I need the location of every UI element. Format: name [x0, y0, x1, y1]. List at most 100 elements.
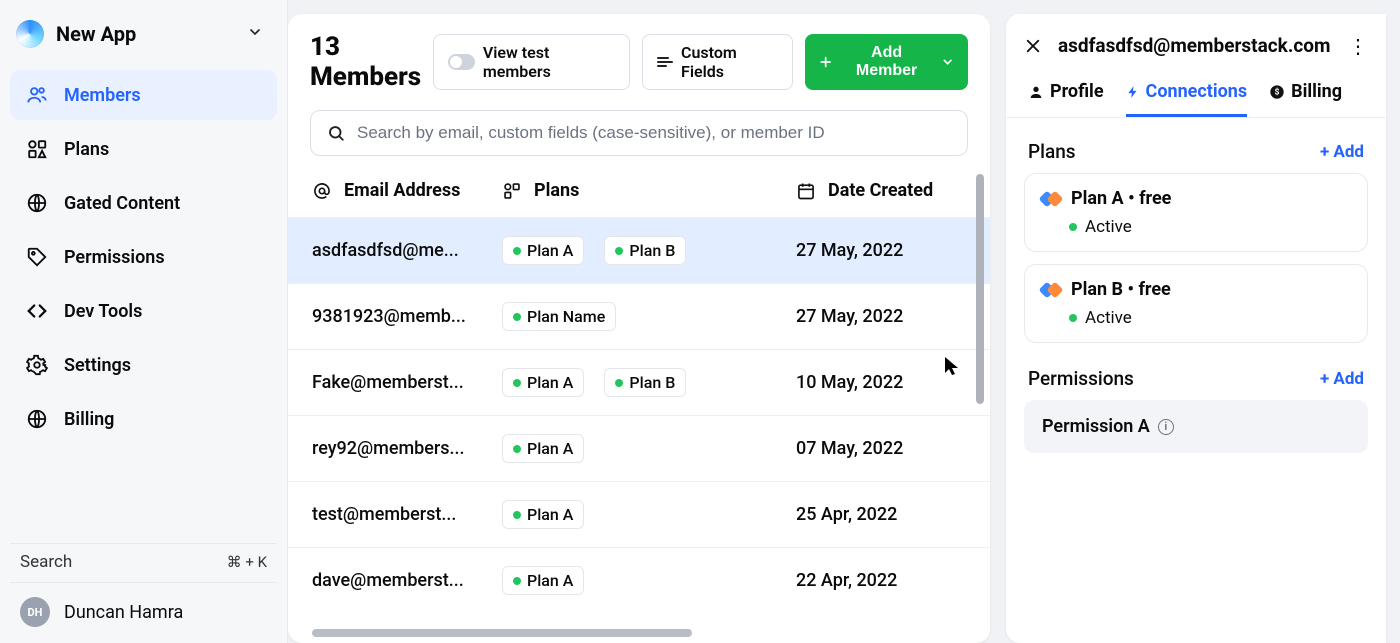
- permissions-section-title: Permissions: [1028, 367, 1134, 390]
- horizontal-scrollbar[interactable]: [312, 629, 966, 639]
- tab-profile-label: Profile: [1050, 81, 1104, 102]
- memberstack-logo-icon: [1041, 189, 1061, 209]
- status-dot-icon: [513, 577, 521, 585]
- sidebar-item-label: Plans: [64, 139, 109, 160]
- row-plans: Plan Name: [502, 302, 796, 331]
- row-plans: Plan A: [502, 500, 796, 529]
- sidebar-item-label: Gated Content: [64, 193, 180, 214]
- people-icon: [26, 84, 48, 106]
- sidebar-item-label: Dev Tools: [64, 301, 142, 322]
- view-test-members-toggle[interactable]: View test members: [433, 34, 630, 90]
- plan-card[interactable]: Plan B • freeActive: [1024, 264, 1368, 343]
- search-input[interactable]: [357, 123, 951, 143]
- member-detail-panel: asdfasdfsd@memberstack.com ⋮ Profile Con…: [1006, 14, 1386, 643]
- panel-tabs: Profile Connections $ Billing: [1006, 65, 1386, 118]
- plan-chip: Plan A: [502, 236, 584, 265]
- plan-chip-label: Plan B: [629, 241, 675, 260]
- row-date: 27 May, 2022: [796, 306, 966, 327]
- tab-connections-label: Connections: [1146, 81, 1248, 102]
- plan-chip-label: Plan A: [527, 241, 573, 260]
- sidebar-user[interactable]: DH Duncan Hamra: [10, 583, 277, 633]
- status-dot-icon: [1069, 314, 1077, 322]
- plan-card[interactable]: Plan A • free Active: [1024, 173, 1368, 252]
- plan-card-name: Plan A • free: [1071, 188, 1171, 209]
- row-date: 27 May, 2022: [796, 240, 966, 261]
- sidebar-item-label: Members: [64, 85, 141, 106]
- app-switcher[interactable]: New App: [10, 14, 277, 62]
- close-icon[interactable]: [1024, 37, 1042, 55]
- svg-text:$: $: [1275, 86, 1280, 97]
- plan-chip-label: Plan A: [527, 373, 573, 392]
- col-plans-label: Plans: [534, 180, 579, 201]
- memberstack-logo-icon: [1041, 280, 1061, 300]
- row-email: 9381923@memb...: [312, 306, 502, 327]
- member-email-title: asdfasdfsd@memberstack.com: [1058, 34, 1332, 57]
- add-plan-button[interactable]: + Add: [1320, 142, 1364, 162]
- code-icon: [26, 300, 48, 322]
- sidebar-nav: Members Plans Gated Content Permissions …: [10, 70, 277, 444]
- plan-chip-label: Plan B: [629, 373, 675, 392]
- tab-billing-label: Billing: [1291, 81, 1342, 102]
- sidebar-item-members[interactable]: Members: [10, 70, 277, 120]
- sidebar-item-permissions[interactable]: Permissions: [10, 232, 277, 282]
- sidebar-item-dev-tools[interactable]: Dev Tools: [10, 286, 277, 336]
- tag-icon: [26, 246, 48, 268]
- sidebar-item-settings[interactable]: Settings: [10, 340, 277, 390]
- row-plans: Plan A Plan B: [502, 368, 796, 397]
- table-row[interactable]: rey92@members...Plan A07 May, 2022: [288, 415, 990, 481]
- calendar-icon: [796, 181, 816, 201]
- table-row[interactable]: Fake@memberst...Plan APlan B10 May, 2022: [288, 349, 990, 415]
- status-dot-icon: [513, 445, 521, 453]
- plus-icon: [819, 55, 832, 69]
- table-row[interactable]: 9381923@memb... Plan Name 27 May, 2022: [288, 283, 990, 349]
- members-panel: 13 Members View test members Custom Fiel…: [288, 14, 990, 643]
- sidebar-item-billing[interactable]: Billing: [10, 394, 277, 444]
- row-date: 10 May, 2022: [796, 372, 966, 393]
- bolt-icon: [1126, 84, 1140, 100]
- table-body: asdfasdfsd@me... Plan A Plan B 27 May, 2022…: [288, 217, 990, 629]
- status-dot-icon: [513, 247, 521, 255]
- member-search[interactable]: [310, 110, 968, 156]
- app-logo: [16, 20, 44, 48]
- plan-chip-label: Plan A: [527, 505, 573, 524]
- row-plans: Plan A: [502, 434, 796, 463]
- app-name: New App: [56, 22, 136, 46]
- plan-chip-label: Plan A: [527, 439, 573, 458]
- sidebar-item-label: Billing: [64, 409, 114, 430]
- tab-billing[interactable]: $ Billing: [1269, 81, 1342, 117]
- tab-connections[interactable]: Connections: [1126, 81, 1248, 117]
- add-permission-button[interactable]: + Add: [1320, 369, 1364, 389]
- vertical-scrollbar[interactable]: [976, 174, 984, 404]
- plan-chip-label: Plan Name: [527, 307, 605, 326]
- row-date: 25 Apr, 2022: [796, 504, 966, 525]
- sidebar-search[interactable]: Search ⌘ + K: [10, 543, 277, 583]
- custom-fields-label: Custom Fields: [681, 43, 778, 81]
- status-dot-icon: [513, 511, 521, 519]
- sidebar-item-gated-content[interactable]: Gated Content: [10, 178, 277, 228]
- kebab-icon[interactable]: ⋮: [1348, 36, 1368, 56]
- tab-profile[interactable]: Profile: [1028, 81, 1104, 117]
- gear-icon: [26, 354, 48, 376]
- sidebar-item-plans[interactable]: Plans: [10, 124, 277, 174]
- sidebar-item-label: Permissions: [64, 247, 165, 268]
- add-member-label: Add Member: [841, 44, 933, 80]
- table-row[interactable]: test@memberst...Plan A25 Apr, 2022: [288, 481, 990, 547]
- avatar: DH: [20, 597, 50, 627]
- row-email: asdfasdfsd@me...: [312, 240, 502, 261]
- permission-card[interactable]: Permission A i: [1024, 400, 1368, 453]
- table-row[interactable]: asdfasdfsd@me... Plan A Plan B 27 May, 2022: [288, 217, 990, 283]
- custom-fields-button[interactable]: Custom Fields: [642, 34, 793, 90]
- search-label: Search: [20, 552, 72, 572]
- plan-chip: Plan Name: [502, 302, 616, 331]
- plan-card-status: Active: [1085, 217, 1132, 237]
- plan-chip: Plan B: [604, 236, 686, 265]
- status-dot-icon: [513, 379, 521, 387]
- col-date-label: Date Created: [828, 180, 933, 201]
- search-icon: [327, 124, 345, 142]
- list-icon: [657, 57, 673, 67]
- info-icon[interactable]: i: [1158, 419, 1174, 435]
- permission-name: Permission A: [1042, 416, 1150, 437]
- globe-icon: [26, 192, 48, 214]
- table-row[interactable]: dave@memberst...Plan A22 Apr, 2022: [288, 547, 990, 613]
- add-member-button[interactable]: Add Member: [805, 34, 968, 90]
